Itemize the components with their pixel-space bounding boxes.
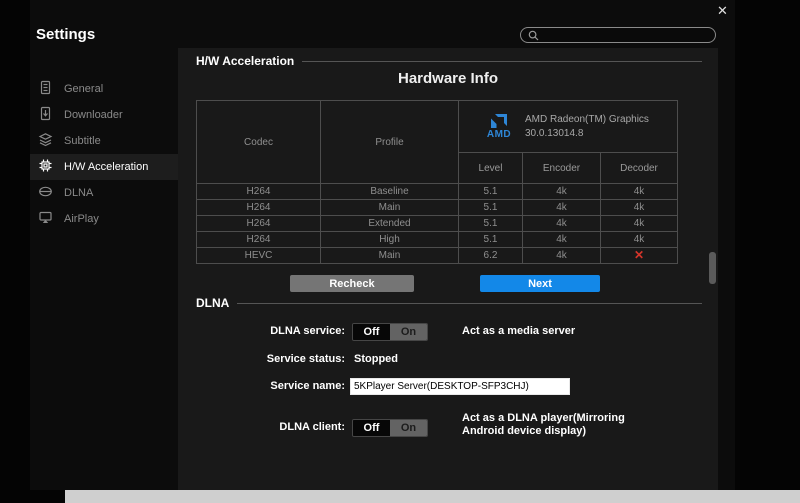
cell-encoder: 4k bbox=[523, 232, 601, 248]
table-row: HEVC Main 6.2 4k ✕ bbox=[197, 248, 678, 264]
cell-profile: Main bbox=[321, 248, 459, 264]
table-row: H264 Extended 5.1 4k 4k bbox=[197, 216, 678, 232]
settings-window: Settings ✕ General Downloader Subtitle H… bbox=[30, 0, 735, 490]
dlna-icon bbox=[38, 184, 53, 202]
dlna-service-label: DLNA service: bbox=[178, 325, 345, 337]
cell-codec: H264 bbox=[197, 200, 321, 216]
dlna-client-description-line1: Act as a DLNA player(Mirroring bbox=[462, 412, 625, 425]
column-header-encoder: Encoder bbox=[523, 153, 601, 184]
taskbar-strip bbox=[65, 490, 800, 503]
column-header-decoder: Decoder bbox=[601, 153, 678, 184]
airplay-icon bbox=[38, 210, 53, 228]
divider bbox=[237, 303, 702, 304]
general-icon bbox=[38, 80, 53, 98]
cell-decoder: 4k bbox=[601, 184, 678, 200]
table-row: H264 High 5.1 4k 4k bbox=[197, 232, 678, 248]
sidebar-item-subtitle[interactable]: Subtitle bbox=[30, 128, 178, 154]
sidebar-item-downloader[interactable]: Downloader bbox=[30, 102, 178, 128]
search-input[interactable] bbox=[539, 29, 715, 41]
table-row: H264 Main 5.1 4k 4k bbox=[197, 200, 678, 216]
column-header-profile: Profile bbox=[321, 101, 459, 184]
dlna-service-off-button[interactable]: Off bbox=[353, 324, 390, 340]
column-header-codec: Codec bbox=[197, 101, 321, 184]
hardware-info-table: Codec Profile AMD AMD Radeon(TM) Graphic… bbox=[196, 100, 678, 264]
subtitle-icon bbox=[38, 132, 53, 150]
sidebar-item-label: DLNA bbox=[64, 187, 93, 199]
sidebar-item-label: General bbox=[64, 83, 103, 95]
cell-level: 5.1 bbox=[459, 184, 523, 200]
cell-codec: HEVC bbox=[197, 248, 321, 264]
search-icon bbox=[528, 30, 539, 41]
service-name-input[interactable] bbox=[350, 378, 570, 395]
service-status-label: Service status: bbox=[178, 353, 345, 365]
scrollbar-thumb[interactable] bbox=[709, 252, 716, 284]
cell-encoder: 4k bbox=[523, 184, 601, 200]
dlna-section-header: DLNA bbox=[196, 296, 702, 310]
dlna-client-off-button[interactable]: Off bbox=[353, 420, 390, 436]
page-title: Settings bbox=[36, 26, 95, 43]
cell-profile: Baseline bbox=[321, 184, 459, 200]
cell-profile: Main bbox=[321, 200, 459, 216]
sidebar-item-dlna[interactable]: DLNA bbox=[30, 180, 178, 206]
next-button[interactable]: Next bbox=[480, 275, 600, 292]
cell-level: 5.1 bbox=[459, 216, 523, 232]
gpu-cell: AMD AMD Radeon(TM) Graphics 30.0.13014.8 bbox=[459, 101, 678, 153]
amd-brand-text: AMD bbox=[487, 129, 511, 140]
sidebar-item-hw-acceleration[interactable]: H/W Acceleration bbox=[30, 154, 178, 180]
sidebar: General Downloader Subtitle H/W Accelera… bbox=[30, 76, 178, 232]
cell-encoder: 4k bbox=[523, 248, 601, 264]
content-panel: H/W Acceleration Hardware Info Codec Pro… bbox=[178, 48, 718, 490]
close-icon[interactable]: ✕ bbox=[717, 4, 728, 18]
cell-codec: H264 bbox=[197, 184, 321, 200]
cell-level: 5.1 bbox=[459, 200, 523, 216]
hw-section-title: H/W Acceleration bbox=[196, 54, 294, 68]
divider bbox=[302, 61, 702, 62]
cell-profile: Extended bbox=[321, 216, 459, 232]
dlna-service-on-button[interactable]: On bbox=[390, 324, 427, 340]
cell-decoder: 4k bbox=[601, 200, 678, 216]
amd-logo-icon: AMD bbox=[485, 113, 513, 140]
cell-decoder: 4k bbox=[601, 216, 678, 232]
cell-decoder: 4k bbox=[601, 232, 678, 248]
hw-section-header: H/W Acceleration bbox=[196, 54, 702, 68]
sidebar-item-label: H/W Acceleration bbox=[64, 161, 148, 173]
sidebar-item-general[interactable]: General bbox=[30, 76, 178, 102]
dlna-client-description: Act as a DLNA player(Mirroring Android d… bbox=[462, 412, 625, 438]
cell-level: 5.1 bbox=[459, 232, 523, 248]
dlna-service-description: Act as a media server bbox=[462, 325, 575, 338]
hw-acceleration-icon bbox=[38, 158, 53, 176]
sidebar-item-airplay[interactable]: AirPlay bbox=[30, 206, 178, 232]
dlna-service-toggle: Off On bbox=[352, 323, 428, 341]
service-status-value: Stopped bbox=[354, 353, 398, 365]
table-row: H264 Baseline 5.1 4k 4k bbox=[197, 184, 678, 200]
hardware-info-title: Hardware Info bbox=[178, 70, 718, 87]
dlna-section-title: DLNA bbox=[196, 296, 229, 310]
cell-codec: H264 bbox=[197, 216, 321, 232]
dlna-client-description-line2: Android device display) bbox=[462, 425, 625, 438]
sidebar-item-label: Subtitle bbox=[64, 135, 101, 147]
gpu-driver-version: 30.0.13014.8 bbox=[525, 127, 649, 141]
search-box[interactable] bbox=[520, 27, 716, 43]
gpu-name: AMD Radeon(TM) Graphics bbox=[525, 113, 649, 127]
service-name-label: Service name: bbox=[178, 380, 345, 392]
dlna-client-on-button[interactable]: On bbox=[390, 420, 427, 436]
dlna-client-toggle: Off On bbox=[352, 419, 428, 437]
cell-encoder: 4k bbox=[523, 216, 601, 232]
cell-level: 6.2 bbox=[459, 248, 523, 264]
cell-encoder: 4k bbox=[523, 200, 601, 216]
cell-codec: H264 bbox=[197, 232, 321, 248]
downloader-icon bbox=[38, 106, 53, 124]
recheck-button[interactable]: Recheck bbox=[290, 275, 414, 292]
cell-profile: High bbox=[321, 232, 459, 248]
sidebar-item-label: Downloader bbox=[64, 109, 123, 121]
dlna-client-label: DLNA client: bbox=[178, 421, 345, 433]
column-header-level: Level bbox=[459, 153, 523, 184]
sidebar-item-label: AirPlay bbox=[64, 213, 99, 225]
cell-decoder-unsupported: ✕ bbox=[601, 248, 678, 264]
